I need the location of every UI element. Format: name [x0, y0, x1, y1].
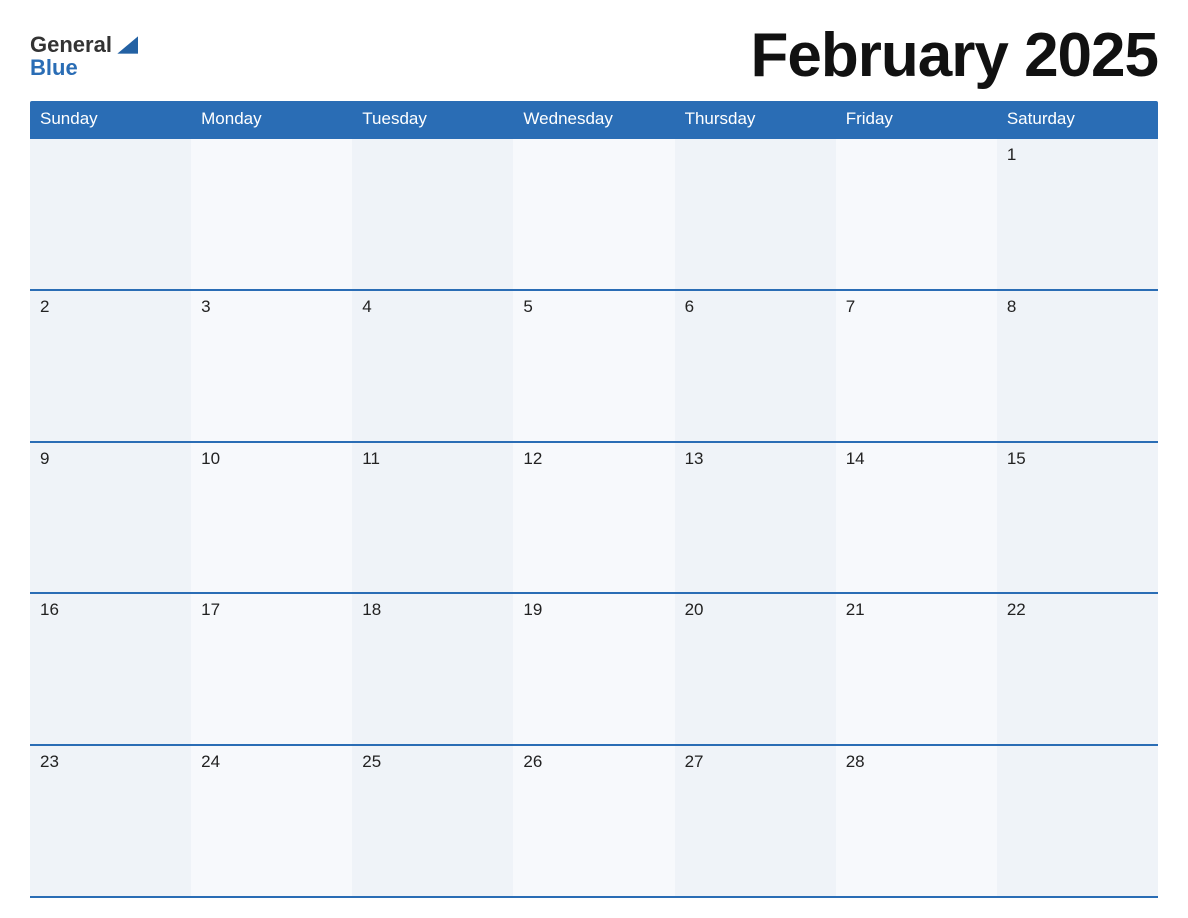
day-number: 26	[523, 752, 664, 772]
table-row: 24	[191, 746, 352, 896]
table-row: 21	[836, 594, 997, 744]
calendar-week-5: 23 24 25 26 27 28	[30, 744, 1158, 898]
table-row: 26	[513, 746, 674, 896]
table-row: 3	[191, 291, 352, 441]
day-number: 24	[201, 752, 342, 772]
page: General Blue February 2025 Sunday Monday…	[0, 0, 1188, 918]
day-number: 16	[40, 600, 181, 620]
table-row	[836, 139, 997, 289]
day-number: 5	[523, 297, 664, 317]
table-row: 13	[675, 443, 836, 593]
table-row: 7	[836, 291, 997, 441]
day-number: 9	[40, 449, 181, 469]
header-thursday: Thursday	[675, 101, 836, 137]
table-row: 17	[191, 594, 352, 744]
day-number: 28	[846, 752, 987, 772]
calendar-week-2: 2345 678	[30, 289, 1158, 441]
calendar-header: Sunday Monday Tuesday Wednesday Thursday…	[30, 101, 1158, 137]
table-row	[997, 746, 1158, 896]
logo-blue-text: Blue	[30, 57, 78, 79]
table-row	[675, 139, 836, 289]
day-number: 23	[40, 752, 181, 772]
table-row: 15	[997, 443, 1158, 593]
table-row: 27	[675, 746, 836, 896]
day-number: 21	[846, 600, 987, 620]
calendar-week-1: 1	[30, 137, 1158, 289]
header-tuesday: Tuesday	[352, 101, 513, 137]
table-row: 9	[30, 443, 191, 593]
table-row: 20	[675, 594, 836, 744]
table-row	[352, 139, 513, 289]
day-number: 11	[362, 449, 503, 469]
day-number: 3	[201, 297, 342, 317]
day-number: 15	[1007, 449, 1148, 469]
day-number: 4	[362, 297, 503, 317]
day-number: 17	[201, 600, 342, 620]
day-number: 14	[846, 449, 987, 469]
day-number: 22	[1007, 600, 1148, 620]
table-row: 1	[997, 139, 1158, 289]
day-number: 20	[685, 600, 826, 620]
day-number: 8	[1007, 297, 1148, 317]
table-row: 8	[997, 291, 1158, 441]
header-friday: Friday	[836, 101, 997, 137]
header-wednesday: Wednesday	[513, 101, 674, 137]
table-row: 10	[191, 443, 352, 593]
page-header: General Blue February 2025	[30, 20, 1158, 91]
table-row: 6	[675, 291, 836, 441]
day-number: 19	[523, 600, 664, 620]
table-row	[513, 139, 674, 289]
table-row	[30, 139, 191, 289]
day-number: 1	[1007, 145, 1148, 165]
calendar-week-3: 9 10 11 12 13 14 15	[30, 441, 1158, 593]
day-number: 25	[362, 752, 503, 772]
calendar-week-4: 16 17 18 19 20 21 22	[30, 592, 1158, 744]
logo-icon	[114, 33, 138, 57]
logo: General Blue	[30, 33, 138, 79]
logo-general-text: General	[30, 34, 112, 56]
table-row: 19	[513, 594, 674, 744]
table-row: 28	[836, 746, 997, 896]
table-row	[191, 139, 352, 289]
day-number: 6	[685, 297, 826, 317]
table-row: 2	[30, 291, 191, 441]
table-row: 18	[352, 594, 513, 744]
page-title: February 2025	[751, 20, 1158, 91]
table-row: 4	[352, 291, 513, 441]
day-number: 18	[362, 600, 503, 620]
table-row: 14	[836, 443, 997, 593]
header-sunday: Sunday	[30, 101, 191, 137]
table-row: 11	[352, 443, 513, 593]
day-number: 27	[685, 752, 826, 772]
day-number: 2	[40, 297, 181, 317]
day-number: 10	[201, 449, 342, 469]
table-row: 25	[352, 746, 513, 896]
table-row: 23	[30, 746, 191, 896]
day-number: 13	[685, 449, 826, 469]
header-monday: Monday	[191, 101, 352, 137]
table-row: 16	[30, 594, 191, 744]
header-saturday: Saturday	[997, 101, 1158, 137]
day-number: 7	[846, 297, 987, 317]
calendar: Sunday Monday Tuesday Wednesday Thursday…	[30, 101, 1158, 898]
table-row: 5	[513, 291, 674, 441]
calendar-body: 1234567891011121314151617181920212223242…	[30, 137, 1158, 898]
day-number: 12	[523, 449, 664, 469]
table-row: 22	[997, 594, 1158, 744]
table-row: 12	[513, 443, 674, 593]
